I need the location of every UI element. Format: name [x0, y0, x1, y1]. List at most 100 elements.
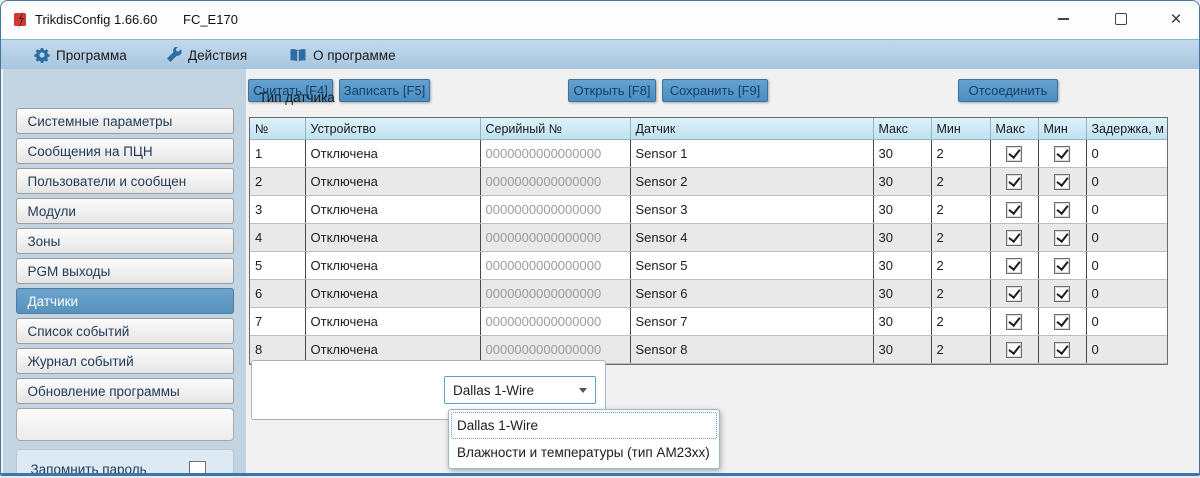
min-checkbox-checked[interactable] [1054, 146, 1070, 162]
sensor-type-dropdown: Dallas 1-WireВлажности и температуры (ти… [448, 409, 720, 469]
sidebar-item-7[interactable]: Датчики [16, 288, 234, 314]
sidebar-item-1[interactable]: Системные параметры [16, 108, 234, 134]
open-button[interactable]: Открыть [F8] [568, 79, 656, 102]
cell-number: 6 [250, 280, 305, 308]
sensor-type-combobox[interactable]: Dallas 1-Wire [444, 376, 596, 404]
min-checkbox-checked[interactable] [1054, 202, 1070, 218]
cell-sensor-name[interactable]: Sensor 3 [630, 196, 873, 224]
menu-about[interactable]: О программе [289, 40, 396, 70]
sidebar-item-8[interactable]: Список событий [16, 318, 234, 344]
book-icon [289, 48, 307, 63]
cell-min[interactable]: 2 [931, 168, 990, 196]
cell-device[interactable]: Отключена [305, 140, 480, 168]
cell-sensor-name[interactable]: Sensor 2 [630, 168, 873, 196]
menu-actions[interactable]: Действия [166, 40, 247, 70]
cell-min-checkbox [1038, 140, 1086, 168]
cell-serial[interactable]: 0000000000000000 [480, 280, 630, 308]
cell-min[interactable]: 2 [931, 224, 990, 252]
dropdown-option-2[interactable]: Влажности и температуры (тип AM23xx) [451, 439, 717, 466]
min-checkbox-checked[interactable] [1054, 342, 1070, 358]
cell-serial[interactable]: 0000000000000000 [480, 224, 630, 252]
max-checkbox-checked[interactable] [1006, 174, 1022, 190]
cell-delay[interactable]: 0 [1086, 196, 1167, 224]
sidebar-item-4[interactable]: Модули [16, 198, 234, 224]
disconnect-button[interactable]: Отсоединить [958, 79, 1058, 102]
cell-min[interactable]: 2 [931, 140, 990, 168]
cell-delay[interactable]: 0 [1086, 168, 1167, 196]
cell-delay[interactable]: 0 [1086, 336, 1167, 364]
cell-max[interactable]: 30 [873, 140, 931, 168]
min-checkbox-checked[interactable] [1054, 174, 1070, 190]
cell-min[interactable]: 2 [931, 252, 990, 280]
column-header: № [250, 118, 305, 140]
max-checkbox-checked[interactable] [1006, 146, 1022, 162]
cell-delay[interactable]: 0 [1086, 140, 1167, 168]
cell-min[interactable]: 2 [931, 280, 990, 308]
menu-about-label: О программе [313, 48, 396, 63]
cell-sensor-name[interactable]: Sensor 6 [630, 280, 873, 308]
column-header: Задержка, м [1086, 118, 1167, 140]
save-button[interactable]: Сохранить [F9] [662, 79, 768, 102]
menu-program-label: Программа [56, 48, 127, 63]
cell-serial[interactable]: 0000000000000000 [480, 308, 630, 336]
column-header: Устройство [305, 118, 480, 140]
cell-serial[interactable]: 0000000000000000 [480, 168, 630, 196]
dropdown-option-1[interactable]: Dallas 1-Wire [451, 412, 717, 439]
menu-actions-label: Действия [188, 48, 247, 63]
sidebar-item-2[interactable]: Сообщения на ПЦН [16, 138, 234, 164]
cell-delay[interactable]: 0 [1086, 224, 1167, 252]
cell-delay[interactable]: 0 [1086, 308, 1167, 336]
cell-serial[interactable]: 0000000000000000 [480, 196, 630, 224]
max-checkbox-checked[interactable] [1006, 230, 1022, 246]
minimize-button[interactable] [1045, 3, 1081, 35]
max-checkbox-checked[interactable] [1006, 286, 1022, 302]
cell-device[interactable]: Отключена [305, 308, 480, 336]
max-checkbox-checked[interactable] [1006, 342, 1022, 358]
cell-min[interactable]: 2 [931, 196, 990, 224]
cell-sensor-name[interactable]: Sensor 8 [630, 336, 873, 364]
sidebar-nav: Системные параметры Сообщения на ПЦН Польз… [3, 108, 246, 408]
cell-sensor-name[interactable]: Sensor 5 [630, 252, 873, 280]
table-row: 6Отключена0000000000000000Sensor 6302 0 [250, 280, 1167, 308]
sidebar-item-6[interactable]: PGM выходы [16, 258, 234, 284]
cell-max[interactable]: 30 [873, 196, 931, 224]
maximize-button[interactable] [1103, 3, 1139, 35]
min-checkbox-checked[interactable] [1054, 230, 1070, 246]
cell-device[interactable]: Отключена [305, 252, 480, 280]
cell-serial[interactable]: 0000000000000000 [480, 252, 630, 280]
min-checkbox-checked[interactable] [1054, 286, 1070, 302]
write-button[interactable]: Записать [F5] [339, 79, 430, 102]
cell-sensor-name[interactable]: Sensor 1 [630, 140, 873, 168]
cell-delay[interactable]: 0 [1086, 280, 1167, 308]
cell-max[interactable]: 30 [873, 308, 931, 336]
max-checkbox-checked[interactable] [1006, 202, 1022, 218]
sidebar: Системные параметры Сообщения на ПЦН Польз… [3, 69, 246, 473]
cell-delay[interactable]: 0 [1086, 252, 1167, 280]
cell-sensor-name[interactable]: Sensor 7 [630, 308, 873, 336]
sidebar-item-5[interactable]: Зоны [16, 228, 234, 254]
min-checkbox-checked[interactable] [1054, 258, 1070, 274]
cell-max[interactable]: 30 [873, 336, 931, 364]
cell-max[interactable]: 30 [873, 280, 931, 308]
max-checkbox-checked[interactable] [1006, 314, 1022, 330]
sidebar-item-3[interactable]: Пользователи и сообщен [16, 168, 234, 194]
cell-device[interactable]: Отключена [305, 196, 480, 224]
cell-min[interactable]: 2 [931, 308, 990, 336]
sidebar-item-10[interactable]: Обновление программы [16, 378, 234, 404]
min-checkbox-checked[interactable] [1054, 314, 1070, 330]
minimize-icon [1058, 18, 1069, 20]
sidebar-item-9[interactable]: Журнал событий [16, 348, 234, 374]
cell-max[interactable]: 30 [873, 168, 931, 196]
cell-max[interactable]: 30 [873, 224, 931, 252]
cell-device[interactable]: Отключена [305, 280, 480, 308]
remember-password-checkbox[interactable] [189, 461, 206, 474]
max-checkbox-checked[interactable] [1006, 258, 1022, 274]
menu-program[interactable]: Программа [34, 40, 127, 70]
cell-device[interactable]: Отключена [305, 224, 480, 252]
cell-serial[interactable]: 0000000000000000 [480, 140, 630, 168]
cell-device[interactable]: Отключена [305, 168, 480, 196]
cell-min[interactable]: 2 [931, 336, 990, 364]
close-button[interactable]: × [1158, 3, 1194, 35]
cell-max[interactable]: 30 [873, 252, 931, 280]
cell-sensor-name[interactable]: Sensor 4 [630, 224, 873, 252]
